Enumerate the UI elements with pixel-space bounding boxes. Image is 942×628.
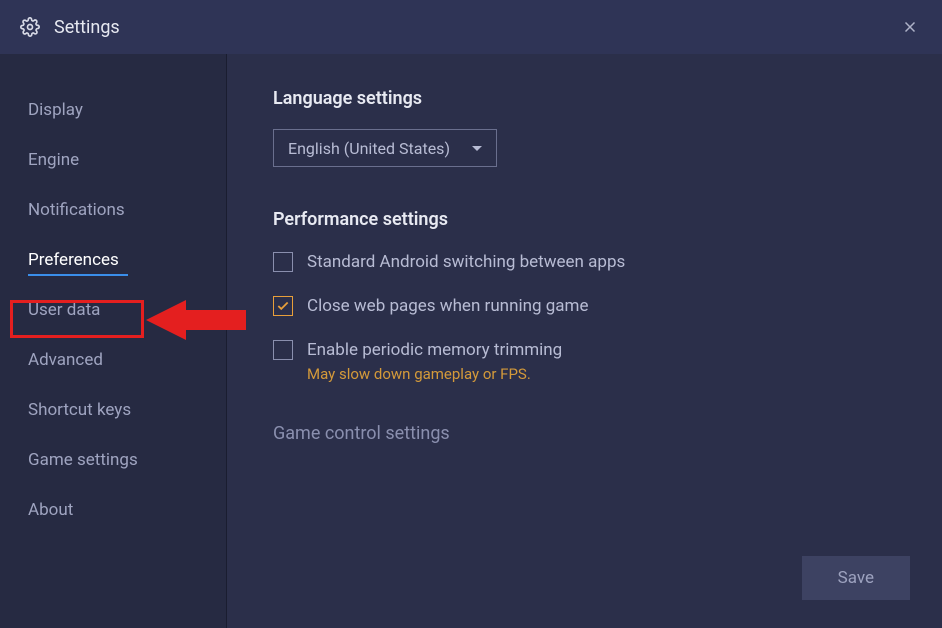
- checkbox-label: Enable periodic memory trimming: [307, 338, 562, 362]
- sidebar-item-shortcut-keys[interactable]: Shortcut keys: [0, 388, 226, 432]
- window-title: Settings: [54, 17, 120, 38]
- checkbox-row-memory-trimming: Enable periodic memory trimming May slow…: [273, 338, 902, 383]
- sidebar-item-label: Engine: [28, 150, 79, 170]
- sidebar-item-display[interactable]: Display: [0, 88, 226, 132]
- sidebar-item-label: About: [28, 500, 73, 520]
- sidebar-item-label: Notifications: [28, 200, 125, 220]
- language-dropdown[interactable]: English (United States): [273, 129, 497, 167]
- sidebar-item-game-settings[interactable]: Game settings: [0, 438, 226, 482]
- checkbox-row-standard-android: Standard Android switching between apps: [273, 250, 902, 274]
- content-wrapper: Display Engine Notifications Preferences…: [0, 54, 942, 628]
- language-dropdown-value: English (United States): [288, 139, 450, 158]
- checkbox-warning: May slow down gameplay or FPS.: [307, 365, 562, 383]
- sidebar-item-label: Advanced: [28, 350, 103, 370]
- sidebar-item-about[interactable]: About: [0, 488, 226, 532]
- sidebar-item-preferences[interactable]: Preferences: [0, 238, 226, 282]
- game-control-settings-heading: Game control settings: [273, 423, 902, 444]
- sidebar: Display Engine Notifications Preferences…: [0, 54, 227, 628]
- save-button[interactable]: Save: [802, 556, 910, 600]
- checkbox-standard-android[interactable]: [273, 252, 293, 272]
- sidebar-item-engine[interactable]: Engine: [0, 138, 226, 182]
- sidebar-item-label: Display: [28, 100, 83, 120]
- checkbox-row-close-web-pages: Close web pages when running game: [273, 294, 902, 318]
- checkbox-memory-trimming[interactable]: [273, 340, 293, 360]
- main-panel: Language settings English (United States…: [227, 54, 942, 628]
- language-settings-heading: Language settings: [273, 88, 902, 109]
- sidebar-item-label: Shortcut keys: [28, 400, 131, 420]
- sidebar-item-label: Preferences: [28, 250, 119, 270]
- titlebar-left: Settings: [20, 17, 120, 38]
- close-button[interactable]: [898, 15, 922, 39]
- checkbox-close-web-pages[interactable]: [273, 296, 293, 316]
- gear-icon: [20, 17, 40, 37]
- sidebar-item-label: User data: [28, 300, 100, 320]
- performance-settings-heading: Performance settings: [273, 209, 902, 230]
- sidebar-item-advanced[interactable]: Advanced: [0, 338, 226, 382]
- checkbox-label: Close web pages when running game: [307, 294, 588, 318]
- checkbox-label: Standard Android switching between apps: [307, 250, 625, 274]
- titlebar: Settings: [0, 0, 942, 54]
- sidebar-item-notifications[interactable]: Notifications: [0, 188, 226, 232]
- active-underline: [28, 274, 128, 276]
- sidebar-item-label: Game settings: [28, 450, 138, 470]
- chevron-down-icon: [472, 146, 482, 151]
- sidebar-item-user-data[interactable]: User data: [0, 288, 226, 332]
